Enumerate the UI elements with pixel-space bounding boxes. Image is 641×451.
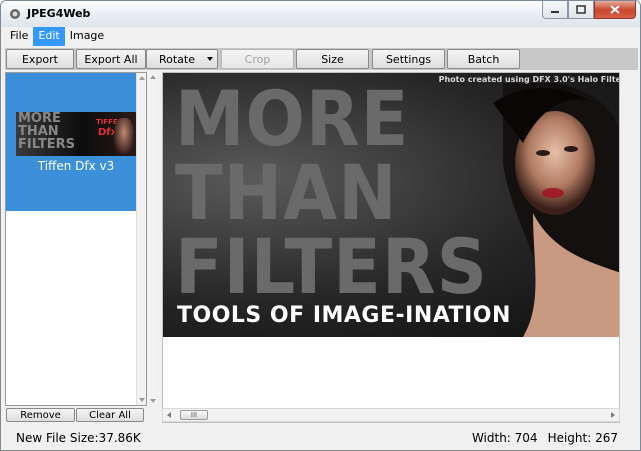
height-status: Height: 267 (547, 431, 618, 445)
menu-bar: File Edit Image (5, 27, 109, 46)
thumbnail-image: MORE THAN FILTERS TIFFEN Dfx (16, 112, 136, 156)
crop-button[interactable]: Crop (221, 49, 294, 69)
scroll-right-icon[interactable] (611, 412, 615, 418)
status-bar: New File Size:37.86K Width: 704 Height: … (1, 427, 640, 450)
file-size-status: New File Size:37.86K (16, 431, 141, 445)
preview-line-3: FILTERS (175, 222, 488, 311)
scrollbar-thumb[interactable]: III (180, 410, 208, 420)
width-status: Width: 704 (471, 431, 538, 445)
preview-horizontal-scrollbar[interactable]: III (162, 408, 620, 422)
close-icon (610, 5, 620, 14)
scroll-up-icon[interactable] (150, 75, 156, 79)
thumbnail-label: Tiffen Dfx v3 (37, 159, 115, 173)
dropdown-arrow-icon (207, 57, 213, 61)
rotate-label: Rotate (158, 52, 195, 66)
portrait-figure (493, 83, 619, 337)
thumb-line-3: FILTERS (18, 137, 75, 152)
menu-file[interactable]: File (5, 27, 33, 46)
menu-image[interactable]: Image (65, 27, 109, 46)
close-button[interactable] (594, 1, 636, 19)
thumb-portrait (114, 118, 134, 154)
app-window: JPEG4Web File Edit Image Export Export A… (0, 0, 641, 451)
scroll-down-icon[interactable] (150, 399, 156, 403)
settings-button[interactable]: Settings (372, 49, 445, 69)
scroll-down-icon[interactable] (139, 398, 145, 402)
preview-tagline: TOOLS OF IMAGE-INATION (177, 303, 511, 328)
thumbnail-list[interactable]: MORE THAN FILTERS TIFFEN Dfx Tiffen Dfx … (5, 72, 147, 406)
preview-vertical-scrollbar[interactable] (148, 72, 158, 406)
toolbar: Export Export All Rotate Crop Size Setti… (5, 48, 638, 70)
minimize-button[interactable] (542, 1, 568, 19)
dimensions-status: Width: 704 Height: 267 (472, 431, 618, 445)
menu-edit[interactable]: Edit (33, 27, 65, 46)
window-title: JPEG4Web (27, 7, 91, 20)
preview-line-2: THAN (175, 148, 398, 237)
export-all-button[interactable]: Export All (76, 49, 146, 69)
remove-button[interactable]: Remove (6, 408, 75, 422)
photo-credit: Photo created using DFX 3.0's Halo Filte (438, 75, 620, 84)
batch-button[interactable]: Batch (447, 49, 520, 69)
title-bar[interactable]: JPEG4Web (1, 1, 640, 27)
clear-all-button[interactable]: Clear All (76, 408, 144, 422)
size-button[interactable]: Size (296, 49, 369, 69)
export-button[interactable]: Export (6, 49, 74, 69)
image-preview-panel: MORE THAN FILTERS Photo created using DF… (162, 72, 620, 423)
maximize-icon (576, 5, 586, 14)
maximize-button[interactable] (568, 1, 594, 19)
app-icon (10, 9, 20, 19)
scroll-up-icon[interactable] (139, 76, 145, 80)
scroll-left-icon[interactable] (167, 412, 171, 418)
thumbnail-scrollbar[interactable] (136, 73, 146, 405)
rotate-button[interactable]: Rotate (146, 49, 218, 69)
window-controls (542, 1, 636, 19)
preview-line-1: MORE (175, 74, 410, 163)
list-actions: Remove Clear All (5, 408, 147, 422)
preview-image: MORE THAN FILTERS Photo created using DF… (163, 73, 620, 337)
minimize-icon (551, 10, 559, 13)
thumbnail-item[interactable]: MORE THAN FILTERS TIFFEN Dfx Tiffen Dfx … (6, 73, 146, 211)
